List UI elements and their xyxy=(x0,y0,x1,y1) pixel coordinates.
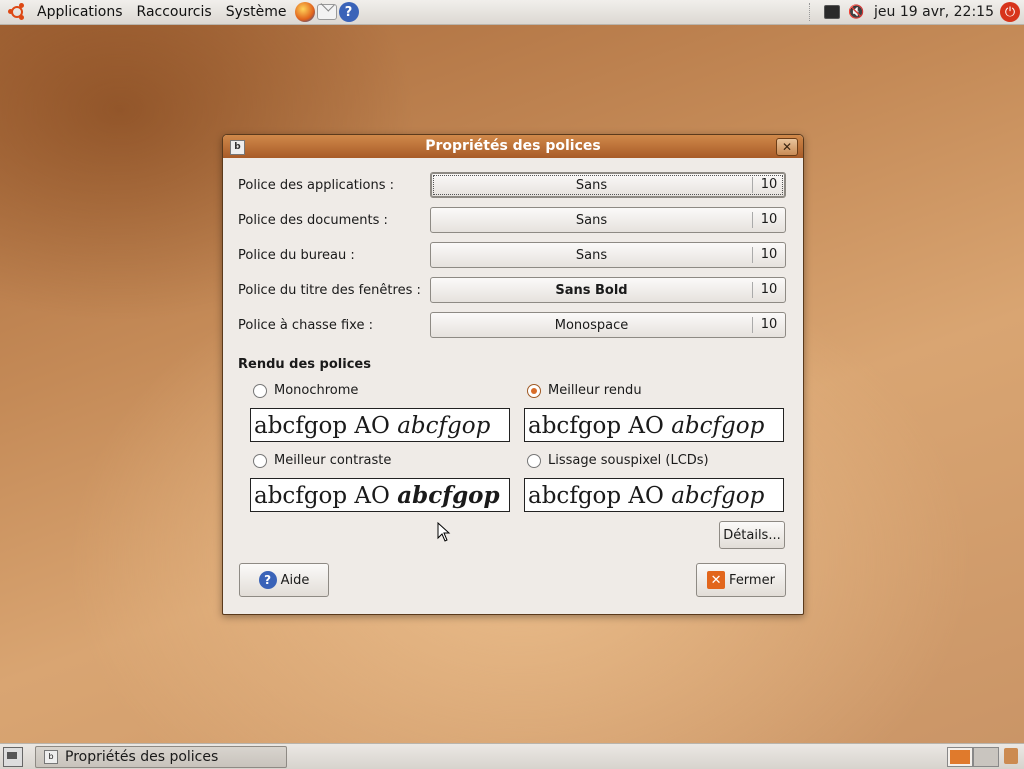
clock[interactable]: jeu 19 avr, 22:15 xyxy=(868,4,1000,20)
font-row-documents: Police des documents : Sans 10 xyxy=(238,207,786,233)
radio-label: Meilleur contraste xyxy=(274,453,392,468)
ubuntu-logo-icon[interactable] xyxy=(8,3,26,21)
font-row-window-title: Police du titre des fenêtres : Sans Bold… xyxy=(238,277,786,303)
font-label: Police du titre des fenêtres : xyxy=(238,282,421,298)
close-label: Fermer xyxy=(729,572,775,588)
font-size: 10 xyxy=(752,317,785,333)
font-name: Sans Bold xyxy=(555,282,628,298)
font-size: 10 xyxy=(752,282,785,298)
help-button[interactable]: ? Aide xyxy=(239,563,329,597)
close-button[interactable]: ✕ Fermer xyxy=(696,563,786,597)
taskbar-window-button[interactable]: b Propriétés des polices xyxy=(35,746,287,768)
sample-italic: abcfgop xyxy=(397,413,491,439)
menu-systeme[interactable]: Système xyxy=(219,0,294,24)
font-row-applications: Police des applications : Sans 10 xyxy=(238,172,786,198)
dialog-title: Propriétés des polices xyxy=(425,138,601,154)
radio-indicator[interactable] xyxy=(527,453,541,468)
close-icon: ✕ xyxy=(707,571,726,589)
window-app-icon: b xyxy=(44,750,58,764)
font-row-desktop: Police du bureau : Sans 10 xyxy=(238,242,786,268)
font-name: Sans xyxy=(575,177,608,193)
font-size: 10 xyxy=(752,247,785,263)
window-app-icon[interactable]: b xyxy=(230,140,245,155)
sample-italic: abcfgop xyxy=(397,482,500,509)
sample-best-shapes[interactable]: abcfgop AO abcfgop xyxy=(524,408,784,442)
font-label: Police des documents : xyxy=(238,212,388,228)
help-label: Aide xyxy=(280,572,310,588)
rendering-section-title: Rendu des polices xyxy=(238,357,371,372)
show-desktop-icon[interactable] xyxy=(3,747,23,767)
font-properties-dialog: b Propriétés des polices ✕ Police des ap… xyxy=(222,134,804,615)
mail-launcher[interactable] xyxy=(316,2,337,22)
sample-subpixel[interactable]: abcfgop AO abcfgop xyxy=(524,478,784,512)
help-icon: ? xyxy=(258,571,277,589)
font-name: Monospace xyxy=(554,317,629,333)
radio-label: Meilleur rendu xyxy=(548,383,642,398)
firefox-icon[interactable] xyxy=(294,2,315,22)
details-label: Détails... xyxy=(723,527,781,543)
radio-indicator[interactable] xyxy=(253,383,267,398)
sample-text: abcfgop AO xyxy=(528,483,672,509)
font-size: 10 xyxy=(752,212,785,228)
font-name: Sans xyxy=(575,212,608,228)
radio-best-shapes[interactable]: Meilleur rendu xyxy=(527,383,642,398)
radio-monochrome[interactable]: Monochrome xyxy=(253,383,358,398)
applications-font-button[interactable]: Sans 10 xyxy=(430,172,786,198)
power-icon[interactable]: ⏻ xyxy=(1000,2,1020,22)
font-label: Police à chasse fixe : xyxy=(238,317,373,333)
radio-label: Monochrome xyxy=(274,383,359,398)
window-title-font-button[interactable]: Sans Bold 10 xyxy=(430,277,786,303)
tray-separator xyxy=(809,3,814,21)
radio-label: Lissage souspixel (LCDs) xyxy=(548,453,709,468)
close-x-icon: ✕ xyxy=(781,140,793,154)
volume-muted-icon[interactable]: 🔇 xyxy=(847,3,865,21)
sample-italic: abcfgop xyxy=(671,483,765,509)
font-row-fixed-width: Police à chasse fixe : Monospace 10 xyxy=(238,312,786,338)
top-panel: Applications Raccourcis Système ? 🔇 jeu … xyxy=(0,0,1024,25)
help-launcher-icon[interactable]: ? xyxy=(338,2,359,22)
menu-raccourcis[interactable]: Raccourcis xyxy=(130,0,219,24)
workspace-2[interactable] xyxy=(973,747,999,767)
radio-best-contrast[interactable]: Meilleur contraste xyxy=(253,453,391,468)
mouse-pointer-icon xyxy=(437,522,451,542)
details-button[interactable]: Détails... xyxy=(719,521,785,549)
documents-font-button[interactable]: Sans 10 xyxy=(430,207,786,233)
trash-icon[interactable] xyxy=(1004,748,1018,764)
radio-indicator[interactable] xyxy=(253,453,267,468)
desktop-font-button[interactable]: Sans 10 xyxy=(430,242,786,268)
sample-monochrome[interactable]: abcfgop AO abcfgop xyxy=(250,408,510,442)
radio-subpixel[interactable]: Lissage souspixel (LCDs) xyxy=(527,453,709,468)
sample-text: abcfgop AO xyxy=(254,483,398,509)
sample-text: abcfgop AO xyxy=(528,413,672,439)
bottom-panel: b Propriétés des polices xyxy=(0,743,1024,769)
sample-text: abcfgop AO xyxy=(254,413,398,439)
font-label: Police du bureau : xyxy=(238,247,355,263)
font-size: 10 xyxy=(752,177,785,193)
workspace-1[interactable] xyxy=(947,747,973,767)
sample-best-contrast[interactable]: abcfgop AO abcfgop xyxy=(250,478,510,512)
taskbar-window-label: Propriétés des polices xyxy=(65,749,219,765)
font-label: Police des applications : xyxy=(238,177,394,193)
fixed-width-font-button[interactable]: Monospace 10 xyxy=(430,312,786,338)
sample-italic: abcfgop xyxy=(671,413,765,439)
radio-indicator[interactable] xyxy=(527,383,541,398)
window-close-button[interactable]: ✕ xyxy=(776,138,798,156)
menu-applications[interactable]: Applications xyxy=(30,0,130,24)
font-name: Sans xyxy=(575,247,608,263)
mail-icon xyxy=(316,4,337,20)
network-icon[interactable] xyxy=(823,3,841,21)
dialog-titlebar[interactable]: b Propriétés des polices ✕ xyxy=(223,135,803,158)
